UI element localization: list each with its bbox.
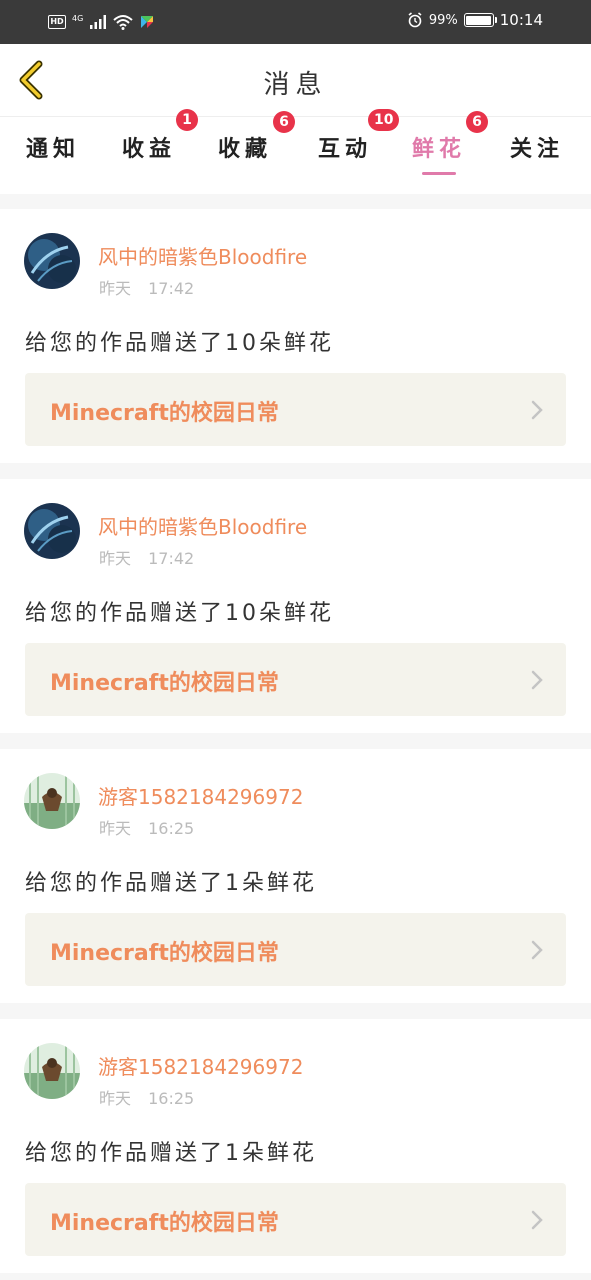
hd-badge: HD [48, 15, 66, 29]
timestamp: 昨天 17:42 [99, 545, 194, 569]
avatar[interactable] [24, 233, 80, 289]
signal-icon [90, 15, 107, 29]
notification-message: 给您的作品赠送了1朵鲜花 [25, 1141, 317, 1166]
battery-level [466, 15, 492, 25]
timestamp: 昨天 17:42 [99, 275, 194, 299]
tab-bar: 通知 收益 1 收藏 6 互动 10 鲜花 6 关注 [0, 109, 591, 194]
time-label: 17:42 [148, 549, 195, 568]
network-label: 4G [72, 13, 84, 23]
alarm-icon [408, 12, 422, 28]
notification-list: 风中的暗紫色Bloodfire 昨天 17:42 给您的作品赠送了10朵鲜花 M… [0, 209, 591, 1280]
notification-message: 给您的作品赠送了1朵鲜花 [25, 871, 317, 896]
status-right: 99% 10:14 [407, 11, 543, 29]
work-title: Minecraft的校园日常 [50, 671, 279, 696]
username[interactable]: 游客1582184296972 [98, 781, 303, 810]
active-tab-indicator [422, 172, 456, 175]
tab-interactions[interactable]: 互动 [318, 131, 372, 167]
username[interactable]: 风中的暗紫色Bloodfire [98, 511, 307, 540]
date-label: 昨天 [99, 819, 132, 838]
avatar[interactable] [24, 1043, 80, 1099]
time-label: 16:25 [148, 819, 195, 838]
work-title: Minecraft的校园日常 [50, 941, 279, 966]
date-label: 昨天 [99, 279, 132, 298]
flowers-badge: 6 [466, 111, 488, 133]
battery-icon [463, 13, 497, 27]
avatar[interactable] [24, 503, 80, 559]
work-link[interactable]: Minecraft的校园日常 [25, 1183, 566, 1256]
interactions-badge: 10 [368, 109, 400, 131]
wifi-icon [113, 15, 133, 30]
username[interactable]: 风中的暗紫色Bloodfire [98, 241, 307, 270]
notification-message: 给您的作品赠送了10朵鲜花 [25, 601, 334, 626]
timestamp: 昨天 16:25 [99, 815, 194, 839]
work-link[interactable]: Minecraft的校园日常 [25, 373, 566, 446]
chevron-right-icon [531, 400, 543, 420]
earnings-badge: 1 [176, 109, 198, 131]
app-notification-icon [141, 16, 154, 28]
chevron-right-icon [531, 940, 543, 960]
tab-notices[interactable]: 通知 [26, 131, 80, 167]
time-label: 17:42 [148, 279, 195, 298]
timestamp: 昨天 16:25 [99, 1085, 194, 1109]
favorites-badge: 6 [273, 111, 295, 133]
work-title: Minecraft的校园日常 [50, 1211, 279, 1236]
tab-favorites[interactable]: 收藏 [218, 131, 272, 167]
work-title: Minecraft的校园日常 [50, 401, 279, 426]
chevron-right-icon [531, 1210, 543, 1230]
tab-earnings[interactable]: 收益 [122, 131, 176, 167]
date-label: 昨天 [99, 1089, 132, 1108]
avatar[interactable] [24, 773, 80, 829]
page-title: 消息 [263, 70, 328, 100]
notification-card: 风中的暗紫色Bloodfire 昨天 17:42 给您的作品赠送了10朵鲜花 M… [0, 209, 591, 463]
notification-card: 游客1582184296972 昨天 16:25 给您的作品赠送了1朵鲜花 Mi… [0, 1019, 591, 1273]
work-link[interactable]: Minecraft的校园日常 [25, 913, 566, 986]
clock: 10:14 [499, 11, 543, 29]
status-bar: HD 4G 99% 10:14 [0, 0, 591, 44]
notification-message: 给您的作品赠送了10朵鲜花 [25, 331, 334, 356]
tab-following[interactable]: 关注 [510, 131, 564, 167]
tab-flowers[interactable]: 鲜花 [412, 131, 466, 167]
time-label: 16:25 [148, 1089, 195, 1108]
battery-percent: 99% [428, 12, 458, 28]
notification-card: 风中的暗紫色Bloodfire 昨天 17:42 给您的作品赠送了10朵鲜花 M… [0, 479, 591, 733]
work-link[interactable]: Minecraft的校园日常 [25, 643, 566, 716]
username[interactable]: 游客1582184296972 [98, 1051, 303, 1080]
notification-card: 游客1582184296972 昨天 16:25 给您的作品赠送了1朵鲜花 Mi… [0, 749, 591, 1003]
chevron-right-icon [531, 670, 543, 690]
page-header: 消息 [0, 44, 591, 116]
date-label: 昨天 [99, 549, 132, 568]
status-left: HD 4G [48, 12, 155, 32]
